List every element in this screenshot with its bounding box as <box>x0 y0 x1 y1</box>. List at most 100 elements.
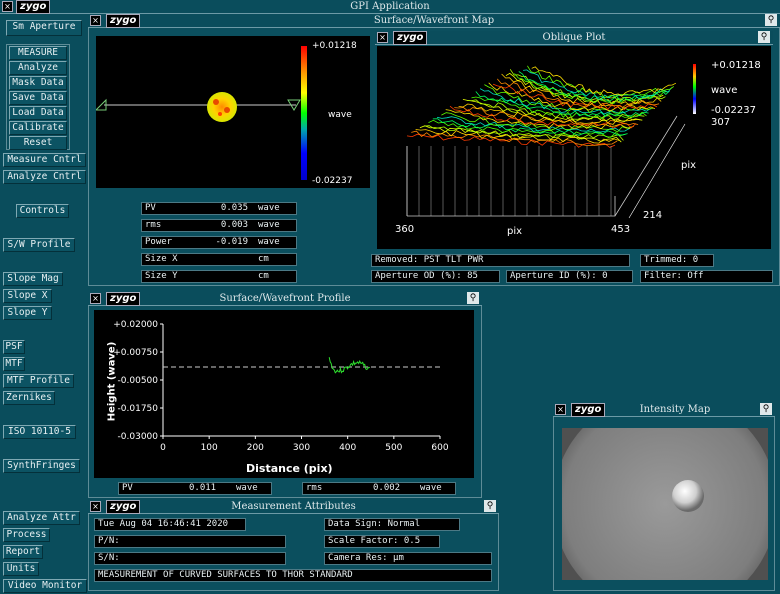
stat-label: Size X <box>145 254 178 264</box>
data-sign-field[interactable]: Data Sign: Normal <box>324 518 460 531</box>
slope-x-button[interactable]: Slope X <box>3 289 52 303</box>
process-button[interactable]: Process <box>3 528 50 542</box>
sn-field[interactable]: S/N: <box>94 552 286 565</box>
profile-xtick: 300 <box>293 443 310 453</box>
scale-min: -0.02237 <box>312 176 353 186</box>
colorbar <box>301 46 307 180</box>
profile-line <box>328 357 371 374</box>
test-part-spot <box>672 480 704 512</box>
report-button[interactable]: Report <box>3 545 43 559</box>
stat-field-power: Power -0.019 wave <box>141 236 297 249</box>
oblique-scale-min: -0.02237 <box>711 105 756 116</box>
close-icon[interactable]: × <box>377 32 388 43</box>
close-icon[interactable]: × <box>555 404 566 415</box>
video-monitor-button[interactable]: Video Monitor <box>3 579 87 593</box>
main-button-save-data[interactable]: Save Data <box>9 91 67 105</box>
zygo-logo: zygo <box>393 31 428 45</box>
rms-value: 0.002 <box>373 483 401 493</box>
oblique-colorbar <box>693 64 696 114</box>
profile-title-bar: × zygo Surface/Wavefront Profile ⚲ <box>88 292 482 306</box>
intensity-image[interactable] <box>562 428 768 580</box>
psf-button[interactable]: PSF <box>3 340 25 354</box>
slope-y-button[interactable]: Slope Y <box>3 306 52 320</box>
units-button[interactable]: Units <box>3 562 39 576</box>
mtf-profile-button[interactable]: MTF Profile <box>3 374 74 388</box>
trimmed-field: Trimmed: 0 <box>640 254 714 267</box>
zygo-logo: zygo <box>16 0 51 14</box>
profile-pv-field: PV 0.011 wave <box>118 482 272 495</box>
close-icon[interactable]: × <box>90 15 101 26</box>
profile-xtick: 200 <box>247 443 264 453</box>
stat-unit: wave <box>258 203 280 213</box>
pv-label: PV <box>122 483 133 493</box>
scale-unit: wave <box>328 110 352 120</box>
pv-unit: wave <box>236 483 258 493</box>
pin-icon[interactable]: ⚲ <box>484 500 496 512</box>
oblique-y-bottom: 214 <box>643 210 663 221</box>
stat-unit: cm <box>258 271 269 281</box>
stat-label: Size Y <box>145 271 178 281</box>
date-field[interactable]: Tue Aug 04 16:46:41 2020 <box>94 518 246 531</box>
zygo-logo: zygo <box>571 403 606 417</box>
iso-button[interactable]: ISO 10110-5 <box>3 425 76 439</box>
stat-label: Power <box>145 237 173 247</box>
aperture-button[interactable]: Sm Aperture <box>6 20 82 36</box>
main-button-load-data[interactable]: Load Data <box>9 106 67 120</box>
profile-xtick: 500 <box>385 443 402 453</box>
main-button-mask-data[interactable]: Mask Data <box>9 76 67 90</box>
profile-svg: +0.02000 +0.00750 -0.00500 -0.01750 -0.03000… <box>113 320 449 453</box>
stat-value: 0.003 <box>220 220 248 230</box>
pin-icon[interactable]: ⚲ <box>760 403 772 415</box>
oblique-title: Oblique Plot <box>542 32 606 43</box>
pv-value: 0.011 <box>189 483 217 493</box>
oblique-svg <box>406 64 696 219</box>
oblique-x-label: pix <box>507 226 523 237</box>
removed-field: Removed: PST TLT PWR <box>371 254 630 267</box>
main-button-analyze[interactable]: Analyze <box>9 61 67 75</box>
zygo-logo: zygo <box>106 500 141 514</box>
stat-label: rms <box>145 220 162 230</box>
slope-mag-button[interactable]: Slope Mag <box>3 272 63 286</box>
pin-icon[interactable]: ⚲ <box>467 292 479 304</box>
oblique-plot[interactable]: +0.01218 wave -0.02237 307 pix 214 360 p… <box>377 46 771 249</box>
main-button-measure[interactable]: MEASURE <box>9 46 67 60</box>
oblique-title-bar: × zygo Oblique Plot ⚲ <box>375 31 773 45</box>
scale-max: +0.01218 <box>312 41 357 51</box>
wavefront-spot <box>207 92 237 122</box>
rms-unit: wave <box>420 483 442 493</box>
app-title-bar: × zygo GPI Application <box>0 0 780 14</box>
controls-button[interactable]: Controls <box>16 204 69 218</box>
analyze-attr-button[interactable]: Analyze Attr <box>3 511 80 525</box>
synth-fringes-button[interactable]: SynthFringes <box>3 459 80 473</box>
surface-map-title-bar: × zygo Surface/Wavefront Map ⚲ <box>88 14 780 28</box>
camera-res-field[interactable]: Camera Res: µm <box>324 552 492 565</box>
pn-field[interactable]: P/N: <box>94 535 286 548</box>
scale-factor-field[interactable]: Scale Factor: 0.5 <box>324 535 440 548</box>
mtf-button[interactable]: MTF <box>3 357 25 371</box>
pin-icon[interactable]: ⚲ <box>758 31 770 43</box>
oblique-scale-unit: wave <box>711 85 738 96</box>
oblique-y-label: pix <box>681 160 697 171</box>
main-button-reset[interactable]: Reset <box>9 136 67 150</box>
intensity-title-bar: × zygo Intensity Map ⚲ <box>553 403 775 417</box>
main-button-calibrate[interactable]: Calibrate <box>9 121 67 135</box>
measure-cntrl-button[interactable]: Measure Cntrl <box>3 153 86 167</box>
close-icon[interactable]: × <box>2 1 13 12</box>
oblique-x-right: 453 <box>611 224 631 235</box>
pin-icon[interactable]: ⚲ <box>765 14 777 26</box>
sw-profile-button[interactable]: S/W Profile <box>3 238 75 252</box>
profile-xtick: 400 <box>339 443 356 453</box>
profile-plot[interactable]: +0.02000 +0.00750 -0.00500 -0.01750 -0.03000… <box>94 310 474 478</box>
attributes-title: Measurement Attributes <box>231 501 356 512</box>
zernikes-button[interactable]: Zernikes <box>3 391 55 405</box>
profile-ytick: -0.00500 <box>118 376 159 386</box>
analyze-cntrl-button[interactable]: Analyze Cntrl <box>3 170 86 184</box>
close-icon[interactable]: × <box>90 293 101 304</box>
stat-value: -0.019 <box>215 237 248 247</box>
close-icon[interactable]: × <box>90 501 101 512</box>
zygo-logo: zygo <box>106 292 141 306</box>
stat-unit: cm <box>258 254 269 264</box>
profile-title: Surface/Wavefront Profile <box>219 293 351 304</box>
surface-map-plot[interactable]: +0.01218 wave -0.02237 <box>94 36 370 188</box>
comment-field[interactable]: MEASUREMENT OF CURVED SURFACES TO THOR S… <box>94 569 492 582</box>
